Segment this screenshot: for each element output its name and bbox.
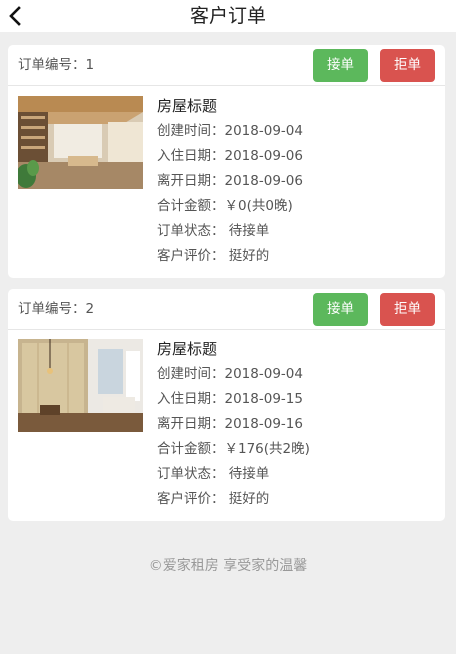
created-time: 创建时间：2018-09-04 [157,366,303,382]
accept-order-button[interactable]: 接单 [313,293,368,326]
customer-review: 客户评价： 挺好的 [157,491,270,507]
house-photo[interactable] [18,339,143,432]
order-info: 房屋标题 创建时间：2018-09-04 入住日期：2018-09-15 离开日… [157,339,310,514]
created-time: 创建时间：2018-09-04 [157,123,303,139]
order-card: 订单编号：1 接单 拒单 房屋标题 创建时间：2018-09-04 入住日期：2… [8,45,445,278]
accept-order-button[interactable]: 接单 [313,49,368,82]
footer-copyright: ©爱家租房 享受家的温馨 [148,558,308,574]
order-number: 订单编号：1 [18,57,95,73]
house-title[interactable]: 房屋标题 [157,96,303,121]
order-info: 房屋标题 创建时间：2018-09-04 入住日期：2018-09-06 离开日… [157,96,303,271]
checkin-date: 入住日期：2018-09-15 [157,391,303,407]
order-status: 订单状态： 待接单 [157,466,270,482]
total-amount: 合计金额：￥0(共0晚) [157,198,293,214]
house-title[interactable]: 房屋标题 [157,339,310,364]
checkout-date: 离开日期：2018-09-16 [157,416,303,432]
order-status: 订单状态： 待接单 [157,223,270,239]
top-bar: 客户订单 [0,0,456,32]
checkout-date: 离开日期：2018-09-06 [157,173,303,189]
house-photo[interactable] [18,96,143,189]
customer-review: 客户评价： 挺好的 [157,248,270,264]
order-number: 订单编号：2 [18,301,95,317]
checkin-date: 入住日期：2018-09-06 [157,148,303,164]
order-card-header: 订单编号：2 接单 拒单 [8,289,445,330]
reject-order-button[interactable]: 拒单 [380,49,435,82]
order-card-header: 订单编号：1 接单 拒单 [8,45,445,86]
reject-order-button[interactable]: 拒单 [380,293,435,326]
order-card: 订单编号：2 接单 拒单 房屋标题 创建时间：2018-09-04 入住日期：2… [8,289,445,521]
page-title: 客户订单 [189,5,266,27]
total-amount: 合计金额：￥176(共2晚) [157,441,310,457]
